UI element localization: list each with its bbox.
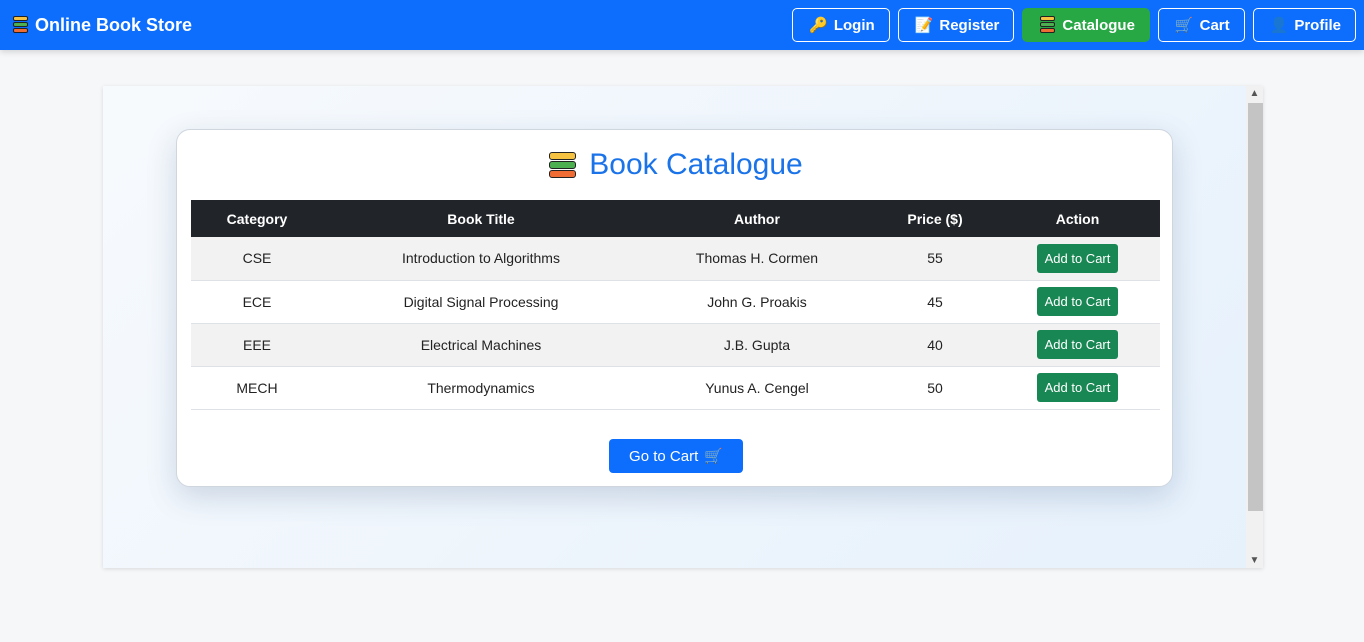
table-header-row: Category Book Title Author Price ($) Act…	[191, 200, 1160, 237]
cell-category: CSE	[191, 237, 323, 281]
cart-icon: 🛒	[704, 448, 723, 465]
memo-icon: 📝	[914, 17, 934, 34]
books-icon	[548, 151, 577, 180]
cell-category: EEE	[191, 323, 323, 367]
cell-price: 55	[875, 237, 995, 281]
scroll-up-arrow-icon[interactable]: ▲	[1246, 86, 1263, 101]
table-row: MECH Thermodynamics Yunus A. Cengel 50 A…	[191, 366, 1160, 410]
column-header-action: Action	[995, 200, 1160, 237]
scrollbar[interactable]: ▲ ▼	[1246, 86, 1263, 568]
nav-cart-button[interactable]: 🛒 Cart	[1157, 8, 1245, 42]
cell-author: Thomas H. Cormen	[639, 237, 875, 281]
key-icon: 🔑	[809, 17, 828, 34]
scroll-down-arrow-icon[interactable]: ▼	[1246, 553, 1263, 568]
column-header-price: Price ($)	[875, 200, 995, 237]
cell-author: Yunus A. Cengel	[639, 366, 875, 410]
cell-action: Add to Cart	[995, 366, 1160, 410]
nav-profile-button[interactable]: 👤 Profile	[1252, 8, 1356, 42]
column-header-author: Author	[639, 200, 875, 237]
brand-title: Online Book Store	[35, 14, 193, 35]
table-row: ECE Digital Signal Processing John G. Pr…	[191, 280, 1160, 324]
nav-register-button[interactable]: 📝 Register	[897, 8, 1015, 42]
cell-category: MECH	[191, 366, 323, 410]
cell-price: 45	[875, 280, 995, 324]
cell-author: J.B. Gupta	[639, 323, 875, 367]
cell-title: Introduction to Algorithms	[323, 237, 639, 281]
add-to-cart-button[interactable]: Add to Cart	[1036, 373, 1119, 402]
add-to-cart-button[interactable]: Add to Cart	[1036, 287, 1119, 316]
go-to-cart-label: Go to Cart	[629, 447, 699, 465]
nav-catalogue-label: Catalogue	[1062, 16, 1135, 34]
cell-title: Thermodynamics	[323, 366, 639, 410]
books-icon	[1039, 16, 1056, 34]
cell-title: Digital Signal Processing	[323, 280, 639, 324]
nav-catalogue-button[interactable]: Catalogue	[1022, 8, 1150, 42]
brand[interactable]: Online Book Store	[12, 15, 192, 36]
cell-author: John G. Proakis	[639, 280, 875, 324]
cell-action: Add to Cart	[995, 237, 1160, 281]
cell-price: 50	[875, 366, 995, 410]
page-title-text: Book Catalogue	[589, 148, 803, 181]
user-icon: 👤	[1269, 17, 1289, 34]
content-frame: Book Catalogue Category Book Title Autho…	[103, 86, 1263, 568]
books-icon	[12, 16, 29, 34]
nav-register-label: Register	[939, 16, 1000, 34]
table-row: CSE Introduction to Algorithms Thomas H.…	[191, 237, 1160, 281]
nav-cart-label: Cart	[1199, 16, 1230, 34]
table-row: EEE Electrical Machines J.B. Gupta 40 Ad…	[191, 323, 1160, 367]
scroll-thumb[interactable]	[1248, 103, 1263, 511]
nav-login-label: Login	[833, 16, 875, 34]
book-table: Category Book Title Author Price ($) Act…	[191, 200, 1160, 410]
go-to-cart-button[interactable]: Go to Cart 🛒	[609, 439, 743, 473]
nav-menu: 🔑 Login 📝 Register Catalogue 🛒 Cart 👤 Pr…	[792, 8, 1356, 42]
nav-login-button[interactable]: 🔑 Login	[792, 8, 890, 42]
cell-category: ECE	[191, 280, 323, 324]
add-to-cart-button[interactable]: Add to Cart	[1036, 243, 1119, 273]
cart-icon: 🛒	[1174, 17, 1194, 34]
cell-price: 40	[875, 323, 995, 367]
cell-action: Add to Cart	[995, 323, 1160, 367]
cell-title: Electrical Machines	[323, 323, 639, 367]
catalogue-card: Book Catalogue Category Book Title Autho…	[176, 129, 1173, 487]
nav-profile-label: Profile	[1294, 16, 1341, 34]
column-header-title: Book Title	[323, 200, 639, 237]
column-header-category: Category	[191, 200, 323, 237]
page-title: Book Catalogue	[177, 148, 1174, 182]
add-to-cart-button[interactable]: Add to Cart	[1036, 330, 1119, 359]
top-navbar: Online Book Store 🔑 Login 📝 Register Cat…	[0, 0, 1364, 50]
cell-action: Add to Cart	[995, 280, 1160, 324]
